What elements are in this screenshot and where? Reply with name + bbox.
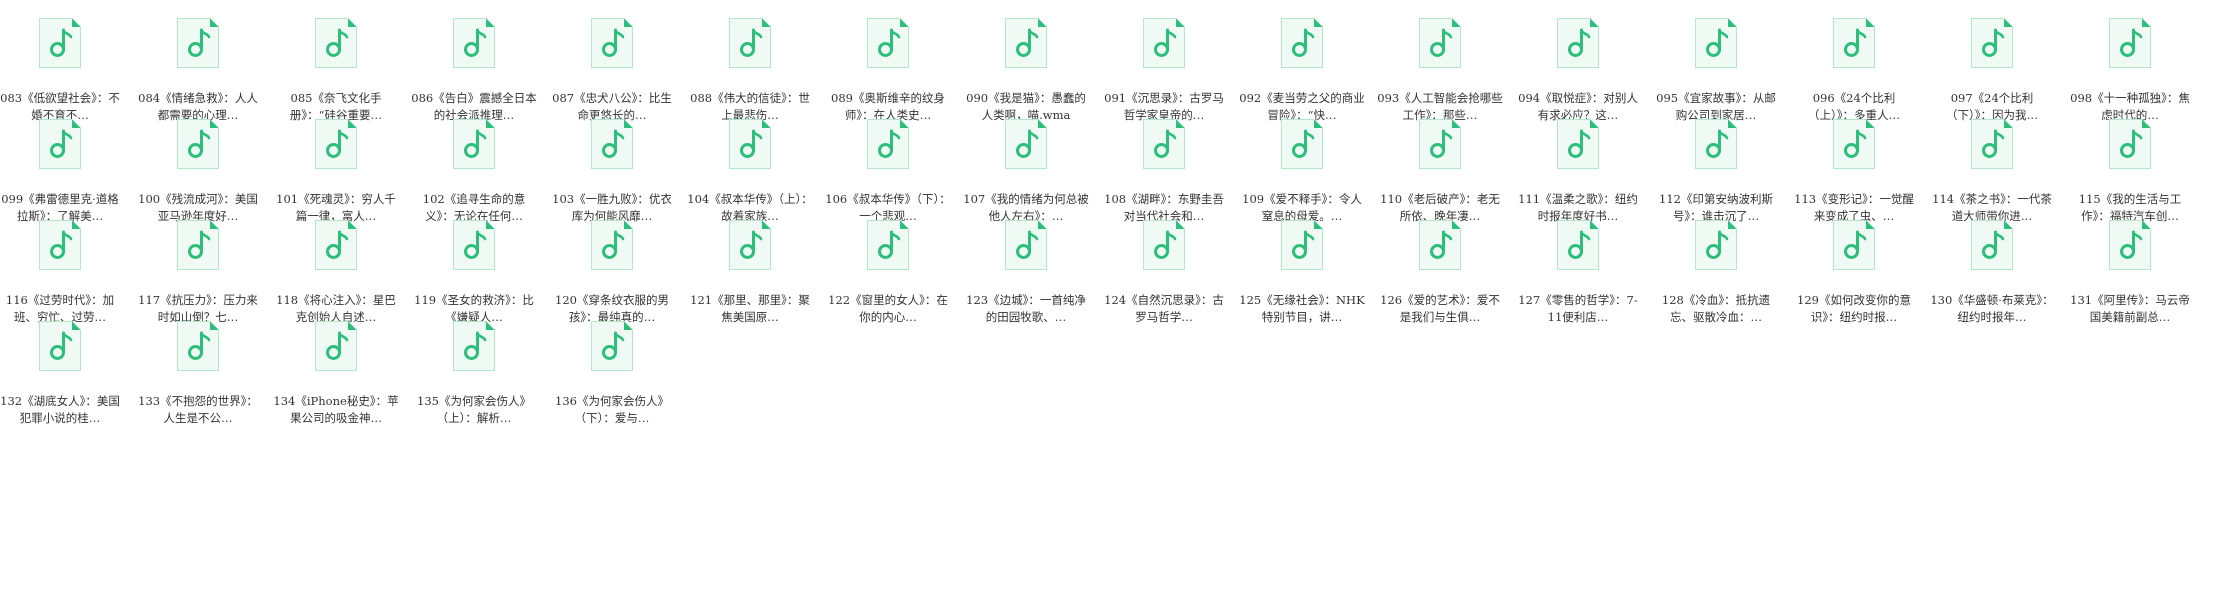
music-file-icon xyxy=(38,17,82,69)
file-name: 121《那里、那里》：聚焦美国原… xyxy=(690,293,810,324)
music-file-icon xyxy=(866,17,910,69)
file-item[interactable]: 122《窗里的女人》：在你的内心… xyxy=(821,202,955,342)
music-file-icon xyxy=(590,17,634,69)
music-file-icon xyxy=(1142,17,1186,69)
music-file-icon xyxy=(590,219,634,271)
file-name: 127《零售的哲学》：7-11便利店… xyxy=(1518,293,1638,324)
music-file-icon xyxy=(314,219,358,271)
file-item[interactable]: 134《iPhone秘史》：苹果公司的吸金神… xyxy=(269,303,403,443)
music-file-icon xyxy=(452,219,496,271)
music-file-icon xyxy=(1004,219,1048,271)
file-name: 123《边城》：一首纯净的田园牧歌、… xyxy=(966,293,1086,324)
music-file-icon xyxy=(1556,118,1600,170)
music-file-icon xyxy=(1832,17,1876,69)
file-item[interactable]: 125《无缘社会》：NHK特别节目，讲… xyxy=(1235,202,1369,342)
file-name: 133《不抱怨的世界》：人生是不公… xyxy=(138,394,258,425)
file-item[interactable]: 124《自然沉思录》：古罗马哲学… xyxy=(1097,202,1231,342)
music-file-icon xyxy=(866,118,910,170)
file-item[interactable]: 123《边城》：一首纯净的田园牧歌、… xyxy=(959,202,1093,342)
music-file-icon xyxy=(1280,17,1324,69)
music-file-icon xyxy=(38,219,82,271)
music-file-icon xyxy=(1970,118,2014,170)
music-file-icon xyxy=(1418,219,1462,271)
file-item[interactable]: 133《不抱怨的世界》：人生是不公… xyxy=(131,303,265,443)
music-file-icon xyxy=(1280,219,1324,271)
file-name: 122《窗里的女人》：在你的内心… xyxy=(828,293,948,324)
music-file-icon xyxy=(314,320,358,372)
music-file-icon xyxy=(2108,118,2152,170)
music-file-icon xyxy=(1832,219,1876,271)
file-item[interactable]: 131《阿里传》：马云帝国美籍前副总… xyxy=(2063,202,2197,342)
music-file-icon xyxy=(176,320,220,372)
music-file-icon xyxy=(1280,118,1324,170)
music-file-icon xyxy=(314,118,358,170)
file-item[interactable]: 135《为何家会伤人》（上）：解析… xyxy=(407,303,541,443)
music-file-icon xyxy=(452,320,496,372)
music-file-icon xyxy=(1556,17,1600,69)
music-file-icon xyxy=(176,17,220,69)
file-item[interactable]: 130《华盛顿·布莱克》：纽约时报年… xyxy=(1925,202,2059,342)
music-file-icon xyxy=(1694,118,1738,170)
music-file-icon xyxy=(1004,17,1048,69)
file-name: 125《无缘社会》：NHK特别节目，讲… xyxy=(1239,293,1365,324)
music-file-icon xyxy=(38,320,82,372)
music-file-icon xyxy=(728,17,772,69)
music-file-icon xyxy=(2108,219,2152,271)
music-file-icon xyxy=(1556,219,1600,271)
file-item[interactable]: 121《那里、那里》：聚焦美国原… xyxy=(683,202,817,342)
file-name: 124《自然沉思录》：古罗马哲学… xyxy=(1104,293,1224,324)
file-name: 135《为何家会伤人》（上）：解析… xyxy=(417,394,531,425)
music-file-icon xyxy=(1004,118,1048,170)
music-file-icon xyxy=(1694,219,1738,271)
music-file-icon xyxy=(176,219,220,271)
music-file-icon xyxy=(2108,17,2152,69)
file-name: 126《爱的艺术》：爱不是我们与生俱… xyxy=(1380,293,1500,324)
music-file-icon xyxy=(590,118,634,170)
music-file-icon xyxy=(1970,17,2014,69)
music-file-icon xyxy=(1970,219,2014,271)
music-file-icon xyxy=(866,219,910,271)
file-name: 131《阿里传》：马云帝国美籍前副总… xyxy=(2070,293,2190,324)
file-name: 136《为何家会伤人》（下）：爱与… xyxy=(555,394,669,425)
music-file-icon xyxy=(1832,118,1876,170)
music-file-icon xyxy=(452,17,496,69)
music-file-icon xyxy=(176,118,220,170)
music-file-icon xyxy=(728,118,772,170)
music-file-icon xyxy=(1694,17,1738,69)
music-file-icon xyxy=(1418,17,1462,69)
file-item[interactable]: 126《爱的艺术》：爱不是我们与生俱… xyxy=(1373,202,1507,342)
music-file-icon xyxy=(1418,118,1462,170)
file-item[interactable]: 132《湖底女人》：美国犯罪小说的桂… xyxy=(0,303,127,443)
file-name: 130《华盛顿·布莱克》：纽约时报年… xyxy=(1930,293,2054,324)
file-item[interactable]: 127《零售的哲学》：7-11便利店… xyxy=(1511,202,1645,342)
music-file-icon xyxy=(452,118,496,170)
file-name: 134《iPhone秘史》：苹果公司的吸金神… xyxy=(273,394,399,425)
music-file-icon xyxy=(1142,219,1186,271)
file-name: 132《湖底女人》：美国犯罪小说的桂… xyxy=(0,394,120,425)
file-grid: 083《低欲望社会》：不婚不育不… 084《情绪急救》：人人都需要的心理… 085《… xyxy=(0,0,2219,591)
file-item[interactable]: 136《为何家会伤人》（下）：爱与… xyxy=(545,303,679,443)
music-file-icon xyxy=(1142,118,1186,170)
file-item[interactable]: 128《冷血》：抵抗遗忘、驱散冷血：… xyxy=(1649,202,1783,342)
music-file-icon xyxy=(728,219,772,271)
music-file-icon xyxy=(314,17,358,69)
file-name: 129《如何改变你的意识》：纽约时报… xyxy=(1797,293,1911,324)
file-name: 128《冷血》：抵抗遗忘、驱散冷血：… xyxy=(1661,293,1771,324)
file-item[interactable]: 129《如何改变你的意识》：纽约时报… xyxy=(1787,202,1921,342)
music-file-icon xyxy=(38,118,82,170)
music-file-icon xyxy=(590,320,634,372)
